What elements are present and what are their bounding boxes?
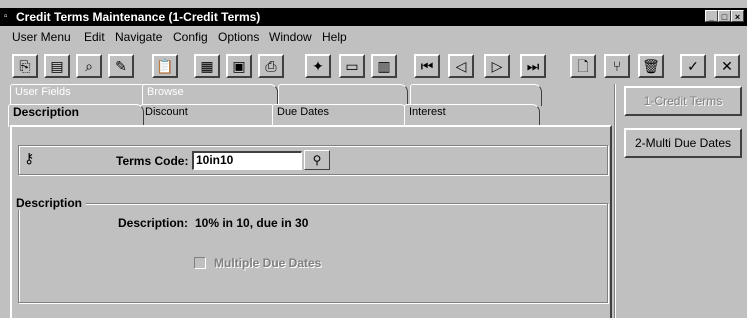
calendar-icon[interactable]: ▣ [226,54,252,78]
multi-due-dates-button[interactable]: 2-Multi Due Dates [624,128,742,158]
next-record-icon[interactable]: ▷ [484,54,510,78]
window-title: Credit Terms Maintenance (1-Credit Terms… [16,10,261,24]
paste-icon[interactable]: ▤ [44,54,70,78]
menu-window[interactable]: Window [269,30,312,44]
last-record-icon[interactable]: ⏭ [520,54,546,78]
description-label: Description: [118,216,189,230]
find-icon[interactable]: ⌕ [76,54,102,78]
system-menu-icon[interactable]: ▫ [4,11,8,22]
attach-icon[interactable]: ⑂ [604,54,630,78]
menu-bar: User Menu Edit Navigate Config Options W… [0,28,747,46]
tab-due-dates[interactable]: Due Dates [272,104,408,126]
minimize-button[interactable]: _ [705,10,718,22]
copy-icon[interactable]: ⎘ [12,54,38,78]
tab-empty-1[interactable] [278,84,408,106]
new-icon[interactable]: 🗋 [570,54,596,78]
credit-terms-button[interactable]: 1-Credit Terms [624,86,742,116]
menu-navigate[interactable]: Navigate [115,30,162,44]
menu-edit[interactable]: Edit [84,30,105,44]
maximize-button[interactable]: □ [718,10,731,22]
tab-interest[interactable]: Interest [404,104,540,126]
terms-code-label: Terms Code: [116,154,189,168]
app-window: ▫ Credit Terms Maintenance (1-Credit Ter… [0,0,747,318]
binoculars-icon[interactable]: ⚲ [304,150,330,170]
menu-options[interactable]: Options [218,30,259,44]
chart-icon[interactable]: ▥ [371,54,397,78]
save-icon[interactable]: ✓ [680,54,706,78]
tab-discount[interactable]: Discount [140,104,278,126]
menu-help[interactable]: Help [322,30,347,44]
tab-browse[interactable]: Browse [142,84,278,106]
menu-config[interactable]: Config [173,30,208,44]
tab-empty-2[interactable] [410,84,542,106]
print-icon[interactable]: ⎙ [258,54,284,78]
title-bar: ▫ Credit Terms Maintenance (1-Credit Ter… [0,8,747,26]
vertical-separator [614,84,616,318]
cancel-icon[interactable]: ✕ [714,54,740,78]
first-record-icon[interactable]: ⏮ [414,54,440,78]
description-group [18,203,608,303]
prev-record-icon[interactable]: ◁ [448,54,474,78]
description-group-title: Description [12,196,87,210]
close-button[interactable]: × [731,10,744,22]
calculator-icon[interactable]: ▦ [194,54,220,78]
multiple-due-dates-label: Multiple Due Dates [214,256,322,270]
key-icon: ⚷ [24,150,35,166]
terms-code-input[interactable]: 10in10 [192,151,302,170]
delete-icon[interactable]: 🗑 [638,54,664,78]
edit-icon[interactable]: ✎ [108,54,134,78]
report-icon[interactable]: ▭ [339,54,365,78]
description-value: 10% in 10, due in 30 [195,216,309,230]
multiple-due-dates-checkbox[interactable] [194,257,206,269]
tab-description[interactable]: Description [8,104,144,127]
magic-icon[interactable]: ✦ [305,54,331,78]
menu-user-menu[interactable]: User Menu [12,30,71,44]
toolbar: ⎘ ▤ ⌕ ✎ 📋 ▦ ▣ ⎙ ✦ ▭ ▥ ⏮ ◁ ▷ ⏭ 🗋 ⑂ 🗑 ✓ ✕ [0,48,747,82]
clipboard-icon[interactable]: 📋 [152,54,178,78]
